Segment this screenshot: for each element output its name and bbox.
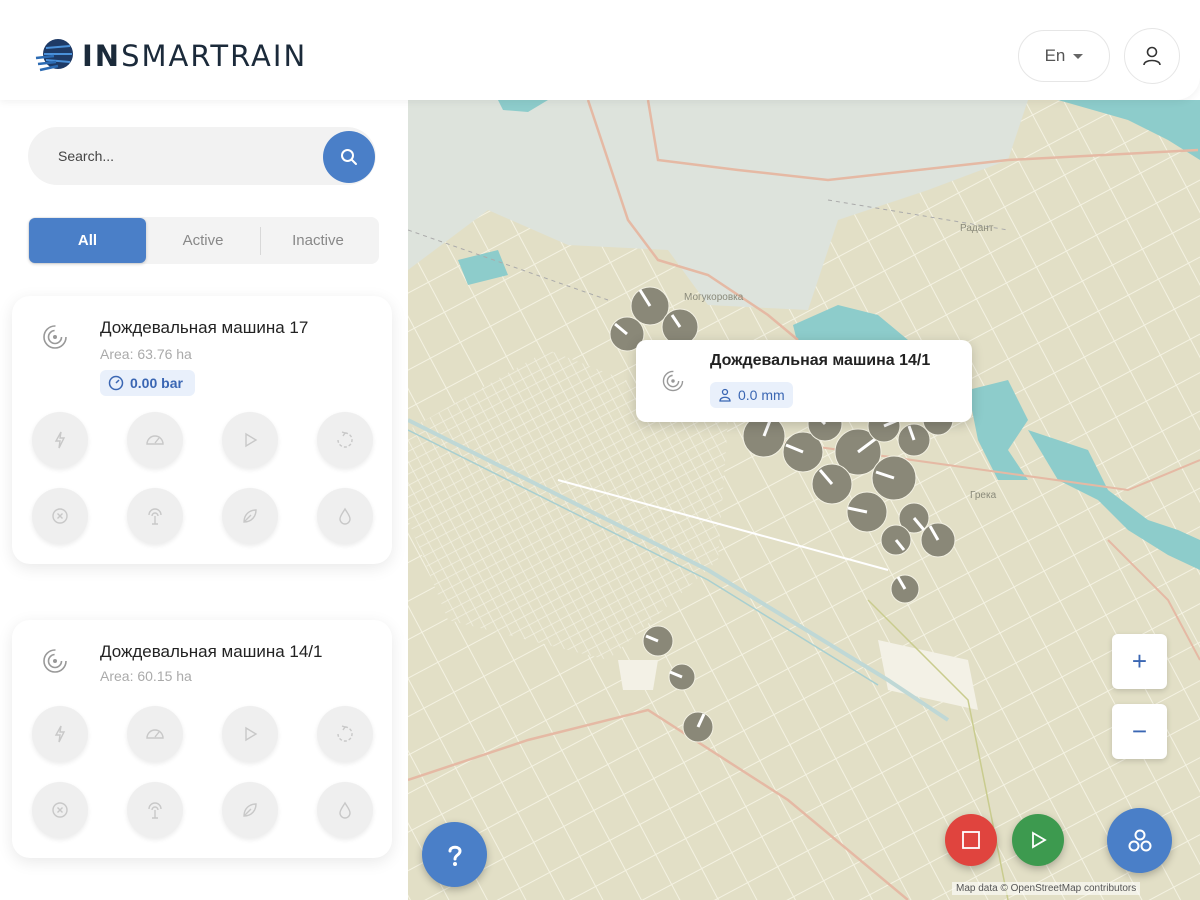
speed-button[interactable]	[127, 412, 183, 468]
play-icon	[1032, 831, 1047, 849]
status-filter: All Active Inactive	[28, 217, 379, 264]
speed-button[interactable]	[127, 706, 183, 762]
machine-actions	[32, 412, 374, 544]
depth-badge: 0.0 mm	[710, 382, 793, 408]
start-button[interactable]	[222, 412, 278, 468]
direction-button[interactable]	[317, 706, 373, 762]
stop-circle-icon	[52, 508, 68, 524]
signal-button[interactable]	[127, 488, 183, 544]
minus-icon: −	[1131, 716, 1148, 746]
start-button[interactable]	[222, 706, 278, 762]
pivot-machine-icon	[662, 370, 684, 392]
place-label: Радант	[960, 223, 994, 234]
search-bar	[28, 127, 376, 185]
place-label: Могукоровка	[684, 292, 744, 303]
pivot-machine-icon	[43, 649, 67, 673]
help-button[interactable]	[422, 822, 487, 887]
depth-value: 0.0 mm	[738, 387, 785, 403]
stop-button[interactable]	[32, 488, 88, 544]
user-icon	[1143, 46, 1161, 66]
water-drop-icon	[339, 507, 351, 525]
zoom-out-button[interactable]: −	[1112, 704, 1167, 759]
filter-tab-inactive[interactable]: Inactive	[261, 218, 375, 263]
pivot-machine-icon	[43, 325, 67, 349]
pressure-value: 0.00 bar	[130, 375, 183, 391]
water-button[interactable]	[317, 488, 373, 544]
speedometer-icon	[146, 729, 164, 739]
fertilizer-button[interactable]	[222, 782, 278, 838]
water-button[interactable]	[317, 782, 373, 838]
machine-name: Дождевальная машина 14/1	[100, 642, 323, 661]
lightning-icon	[54, 725, 66, 743]
speedometer-icon	[146, 435, 164, 445]
fertilizer-button[interactable]	[222, 488, 278, 544]
rotate-icon	[337, 431, 353, 448]
power-button[interactable]	[32, 412, 88, 468]
leaf-icon	[243, 803, 257, 817]
play-icon	[245, 432, 258, 448]
filter-tab-all[interactable]: All	[29, 218, 146, 263]
logo[interactable]: INSMARTRAIN	[34, 36, 307, 76]
app: INSMARTRAIN En All Active	[0, 0, 1200, 900]
machine-actions	[32, 706, 374, 838]
machine-name: Дождевальная машина 17	[100, 318, 309, 337]
zoom-in-button[interactable]: +	[1112, 634, 1167, 689]
layers-button[interactable]	[1107, 808, 1172, 873]
map-tiles	[408, 100, 1200, 900]
signal-button[interactable]	[127, 782, 183, 838]
cluster-icon	[1128, 829, 1151, 851]
place-label: Грека	[970, 490, 997, 501]
play-icon	[245, 726, 258, 742]
stop-circle-icon	[52, 802, 68, 818]
question-icon	[448, 845, 462, 866]
filter-tab-active[interactable]: Active	[146, 218, 260, 263]
antenna-icon	[148, 802, 162, 819]
water-drop-icon	[339, 801, 351, 819]
map-attribution[interactable]: Map data © OpenStreetMap contributors	[952, 882, 1141, 895]
sidebar: All Active Inactive Дождевальная машина …	[0, 100, 408, 900]
gauge-icon	[108, 375, 124, 391]
pressure-badge: 0.00 bar	[100, 370, 195, 396]
lightning-icon	[54, 431, 66, 449]
search-icon	[341, 149, 357, 165]
header: INSMARTRAIN En	[0, 0, 1200, 100]
start-all-button[interactable]	[1012, 814, 1064, 866]
rotate-icon	[337, 725, 353, 742]
antenna-icon	[148, 508, 162, 525]
stop-square-icon	[962, 831, 980, 849]
language-selector[interactable]: En	[1018, 30, 1110, 82]
map-view[interactable]: Могукоровка Радант Грека Дождевальная ма…	[408, 100, 1200, 900]
popup-title: Дождевальная машина 14/1	[710, 352, 931, 369]
plus-icon: +	[1131, 646, 1148, 676]
user-profile-button[interactable]	[1124, 28, 1180, 84]
search-button[interactable]	[323, 131, 375, 183]
language-label: En	[1044, 46, 1066, 65]
stop-button[interactable]	[32, 782, 88, 838]
machine-card[interactable]: Дождевальная машина 14/1 Area: 60.15 ha	[12, 620, 392, 858]
machine-card[interactable]: Дождевальная машина 17 Area: 63.76 ha 0.…	[12, 296, 392, 564]
caret-down-icon	[1073, 53, 1084, 59]
logo-globe-icon	[35, 39, 73, 72]
machine-area: Area: 60.15 ha	[100, 668, 192, 684]
stop-all-button[interactable]	[945, 814, 997, 866]
power-button[interactable]	[32, 706, 88, 762]
logo-text: INSMARTRAIN	[82, 39, 308, 73]
leaf-icon	[243, 509, 257, 523]
direction-button[interactable]	[317, 412, 373, 468]
search-input[interactable]	[28, 127, 318, 185]
machine-area: Area: 63.76 ha	[100, 346, 192, 362]
person-icon	[719, 388, 731, 402]
machine-popup[interactable]: Дождевальная машина 14/1 0.0 mm	[636, 340, 972, 422]
